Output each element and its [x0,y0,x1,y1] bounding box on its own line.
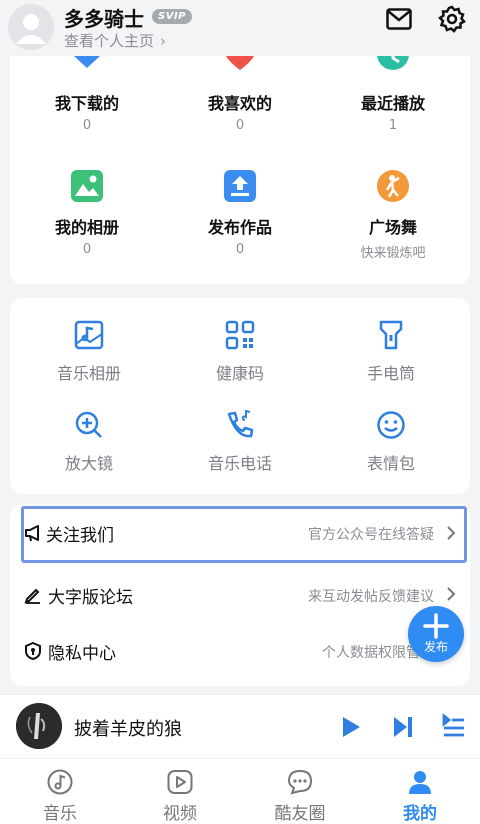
chevron-right-icon: › [160,32,167,50]
chevron-right-icon [447,587,456,601]
tool-label: 放大镜 [64,454,113,473]
view-profile-link[interactable]: 查看个人主页 › [64,30,166,51]
next-track-icon[interactable] [392,715,414,739]
stat-label: 我的相册 [54,218,119,237]
tool-label: 表情包 [366,454,415,473]
row-title: 隐私中心 [48,644,116,664]
publish-fab[interactable]: 发布 [408,606,464,662]
song-title[interactable]: 披着羊皮的狼 [74,715,182,741]
username[interactable]: 多多骑士 [64,3,144,32]
magnifier-icon [75,411,102,438]
mini-player[interactable]: 披着羊皮的狼 [0,694,480,758]
tab-label: 视频 [163,804,197,824]
row-description: 官方公众号在线答疑 [308,527,434,543]
music-note-icon [47,769,73,795]
photo-album-icon [71,170,103,202]
music-phone-icon [227,410,254,438]
dancer-icon [377,170,409,202]
follow-us-row[interactable]: 关注我们 官方公众号在线答疑 [21,506,467,563]
upload-icon [224,170,256,202]
publish-label: 发布 [423,640,448,654]
avatar[interactable] [8,4,54,50]
playlist-icon[interactable] [442,713,466,739]
chat-bubble-icon [287,769,313,795]
bottom-nav: 音乐 视频 酷友圈 我的 [0,758,480,824]
mail-icon[interactable] [386,8,412,30]
stat-label: 发布作品 [207,218,272,237]
stat-count: 0 [235,118,245,133]
tab-music[interactable]: 音乐 [0,759,120,824]
stat-count: 0 [82,118,92,133]
tab-video[interactable]: 视频 [120,759,240,824]
tool-label: 音乐相册 [56,364,121,383]
stat-label: 我喜欢的 [207,94,272,113]
qr-code-icon [225,320,255,350]
emoji-icon [377,411,405,439]
stat-subtitle: 快来锻炼吧 [360,246,426,261]
stat-label: 最近播放 [360,94,425,113]
settings-list: 关注我们 官方公众号在线答疑 大字版论坛 来互动发帖反馈建议 隐私中心 个人数据… [10,504,470,686]
music-album-icon [74,320,104,350]
tool-label: 音乐电话 [207,454,272,473]
row-title: 关注我们 [46,526,114,546]
pencil-icon [24,588,40,604]
play-icon[interactable] [340,715,362,739]
album-cover[interactable] [16,703,62,749]
chevron-right-icon [447,526,456,540]
view-profile-label: 查看个人主页 [64,32,155,50]
plus-icon [423,613,449,639]
profile-icon [409,771,431,794]
stat-count: 0 [235,242,245,257]
tools-card: 音乐相册 健康码 手电筒 放大镜 音乐电话 表情包 [10,298,470,494]
row-description: 来互动发帖反馈建议 [308,589,434,605]
tool-label: 手电筒 [366,364,415,383]
privacy-shield-icon [25,642,41,660]
video-icon [167,770,193,794]
tab-label: 酷友圈 [274,804,326,824]
tab-friends-circle[interactable]: 酷友圈 [240,759,360,824]
stat-label: 广场舞 [368,218,417,237]
gear-icon[interactable] [438,5,466,33]
tool-label: 健康码 [215,364,264,383]
flashlight-icon [379,320,403,350]
svip-badge: SVIP [152,9,192,24]
tab-label: 我的 [403,804,437,824]
forum-row[interactable]: 大字版论坛 来互动发帖反馈建议 [10,568,470,622]
library-card: 我下载的 0 我喜欢的 0 最近播放 1 我的相册 0 发布作品 0 广场舞 快… [10,36,470,284]
row-title: 大字版论坛 [48,588,133,608]
stat-count: 1 [388,118,398,133]
privacy-center-row[interactable]: 隐私中心 个人数据权限管理 [10,624,470,678]
profile-header: 多多骑士 SVIP 查看个人主页 › [0,0,480,56]
tab-mine[interactable]: 我的 [360,759,480,824]
tab-label: 音乐 [43,804,77,824]
megaphone-icon [25,525,39,542]
stat-count: 0 [82,242,92,257]
stat-label: 我下载的 [54,94,119,113]
